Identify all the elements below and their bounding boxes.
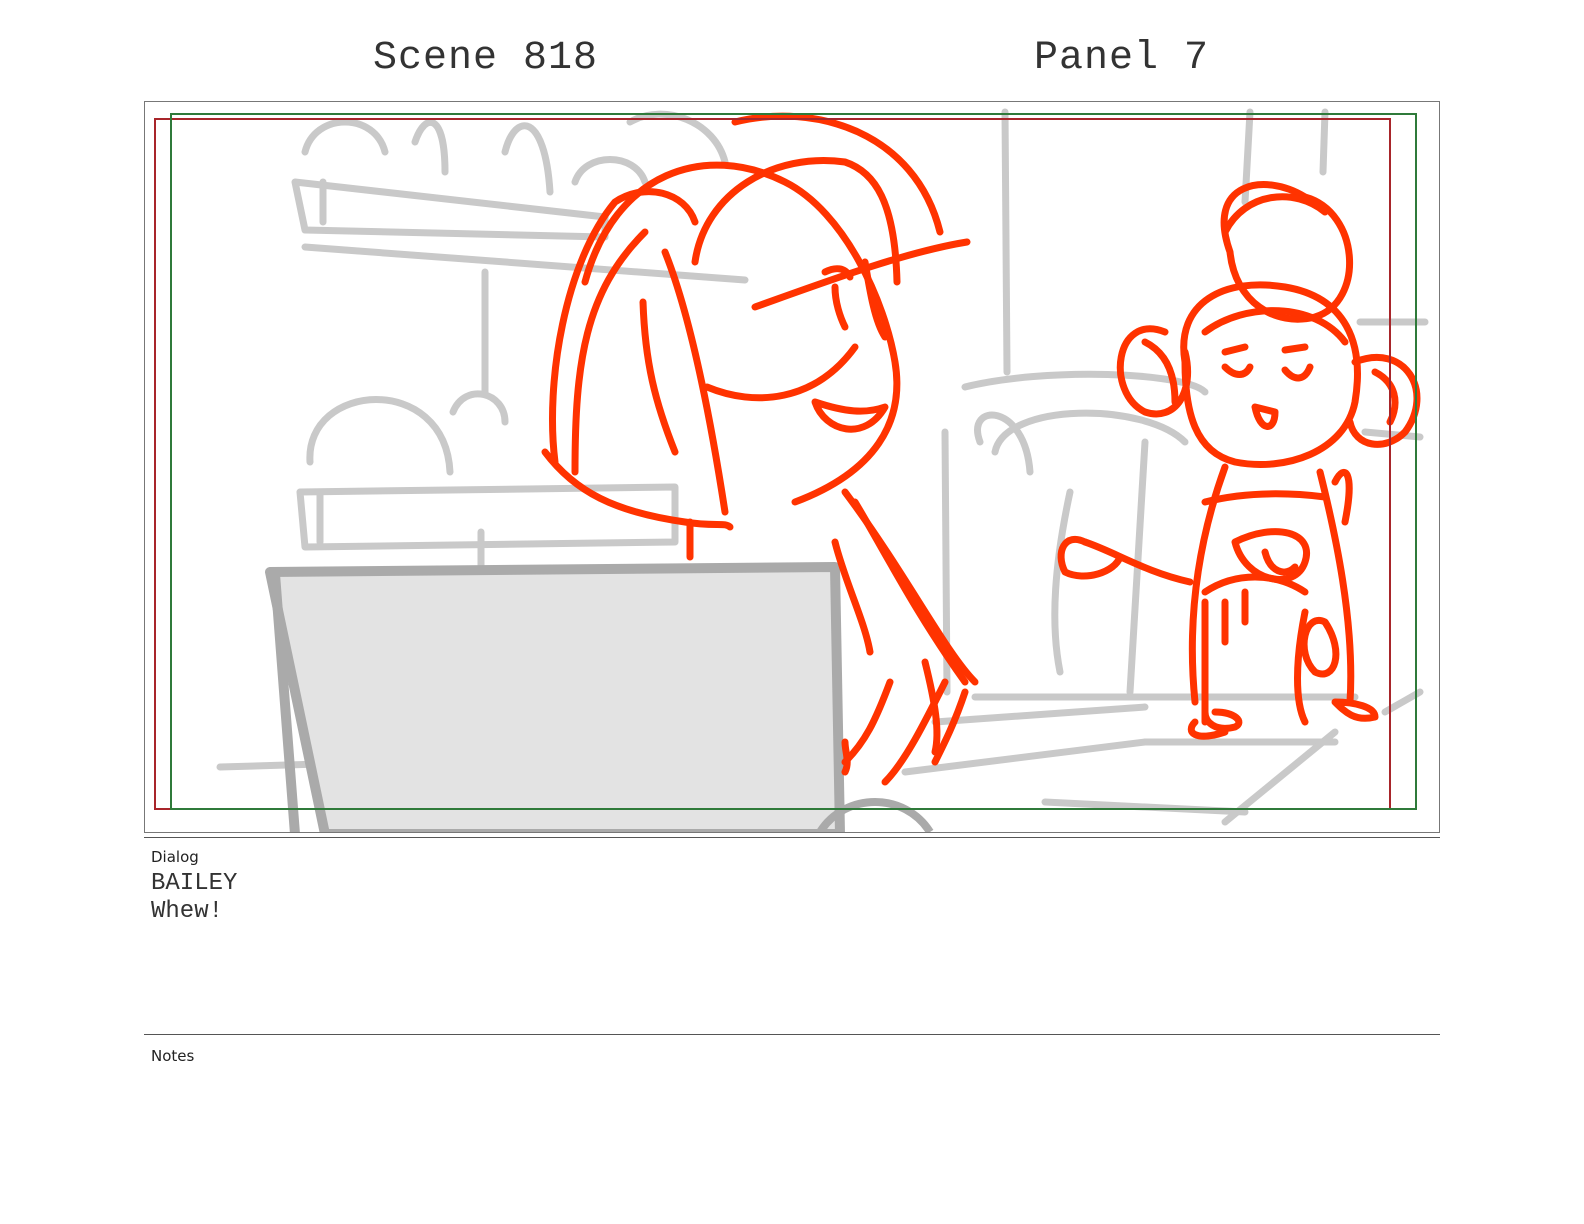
- notes-section-label: Notes: [151, 1047, 195, 1065]
- dialog-section-label: Dialog: [151, 848, 199, 866]
- dialog-line: Whew!: [151, 898, 224, 925]
- mouse-character-sketch: [1057, 181, 1421, 740]
- dialog-character-name: BAILEY: [151, 870, 238, 897]
- dialog-separator: [144, 837, 1440, 838]
- storyboard-panel-frame: [144, 101, 1440, 833]
- panel-number: Panel 7: [1034, 36, 1210, 81]
- storyboard-sketch: [154, 108, 1429, 832]
- notes-separator: [144, 1034, 1440, 1035]
- scene-number: Scene 818: [373, 36, 599, 81]
- laptop-sketch: [265, 562, 934, 832]
